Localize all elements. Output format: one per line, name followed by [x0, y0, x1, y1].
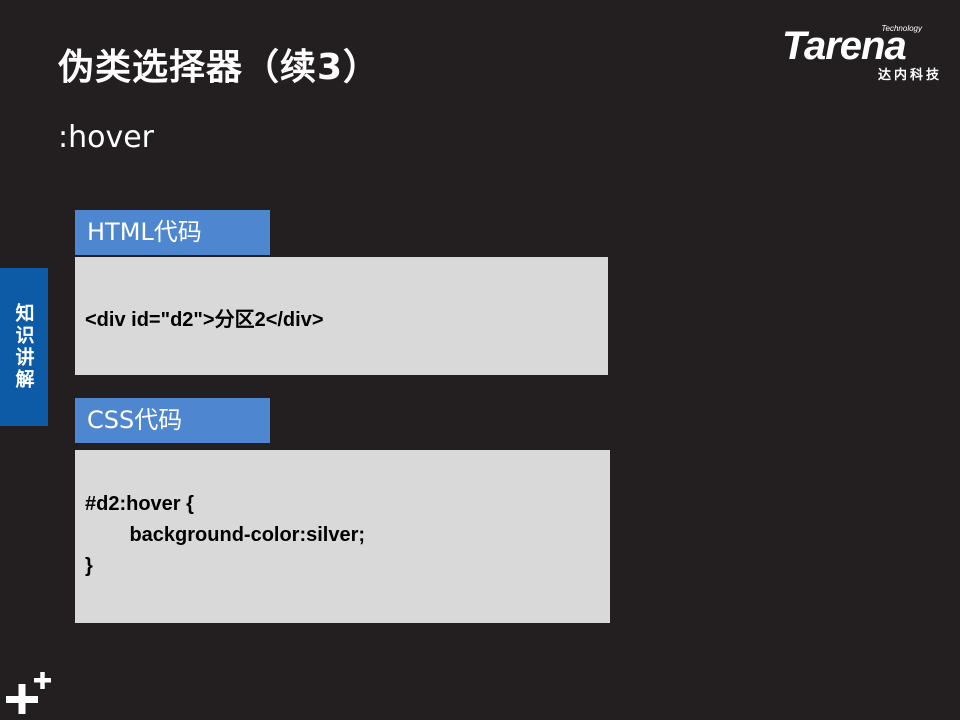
plus-plus-icon	[6, 672, 51, 714]
logo-wordmark: Tarena	[782, 24, 907, 68]
html-code-label: HTML代码	[75, 210, 270, 255]
css-code-label: CSS代码	[75, 398, 270, 443]
css-code-box: #d2:hover { background-color:silver; }	[75, 450, 610, 623]
html-code-box: <div id="d2">分区2</div>	[75, 257, 608, 375]
css-code-line: background-color:silver;	[85, 524, 366, 546]
logo-chinese-text: 达内科技	[877, 68, 942, 83]
html-code-line: <div id="d2">分区2</div>	[85, 309, 324, 331]
css-code-line: #d2:hover {	[85, 493, 194, 515]
side-tab-label: 知识讲解	[12, 303, 35, 391]
slide-subtitle: :hover	[58, 120, 155, 155]
tarena-logo: Technology Tarena 达内科技	[780, 22, 948, 83]
side-tab: 知识讲解	[0, 268, 48, 426]
css-code-line: }	[85, 555, 93, 577]
slide-title: 伪类选择器（续3）	[58, 47, 381, 88]
